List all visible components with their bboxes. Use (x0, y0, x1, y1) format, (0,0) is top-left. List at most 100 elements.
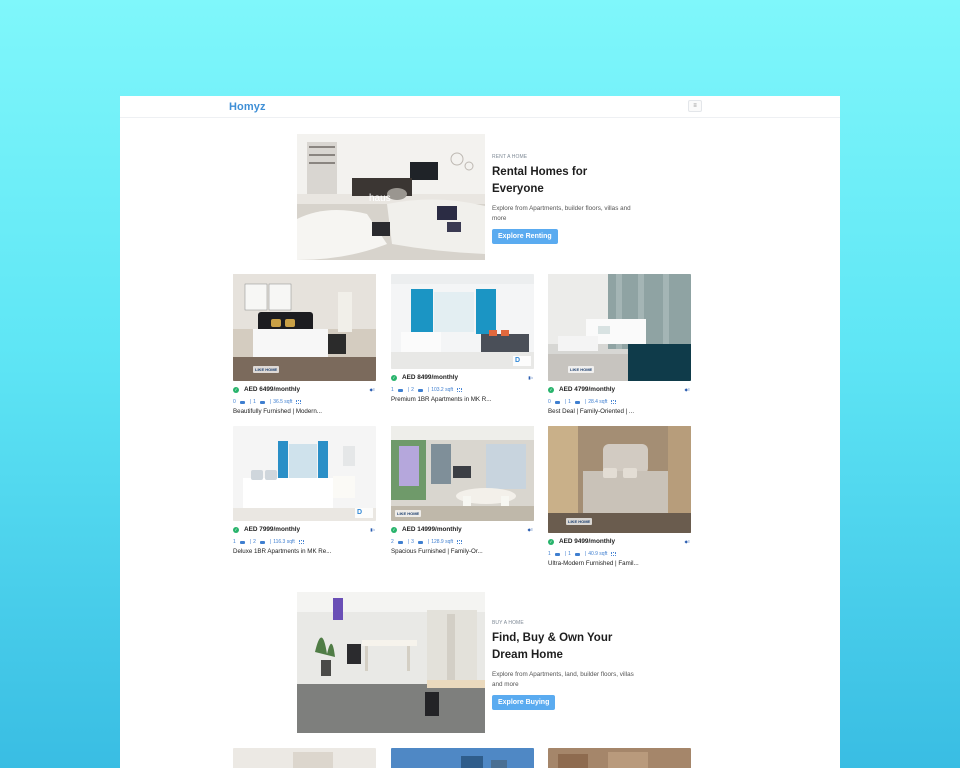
bath-icon (574, 552, 580, 556)
bed-icon (239, 540, 245, 544)
area-value: 103.2 sqft (431, 387, 454, 393)
image-watermark: LIKE HOME (568, 366, 595, 373)
listing-card[interactable]: LIKE HOME ✓ AED 6499/monthly ◆≡ 0 | 1 | 36… (233, 274, 376, 415)
verified-icon: ✓ (548, 539, 554, 545)
area-value: 116.3 sqft (273, 539, 295, 545)
listing-specs: 2 | 3 | 128.9 sqft (391, 537, 534, 547)
image-watermark: LIKE HOME (395, 510, 422, 517)
listing-specs: 0 | 1 | 36.5 sqft (233, 397, 376, 407)
listing-image[interactable]: LIKE HOME (548, 426, 691, 533)
listing-card[interactable]: LIKE HOME ✓ AED 14999/monthly ◆≡ 2 | 3 | 1… (391, 426, 534, 555)
listing-card[interactable]: LIKE HOME ✓ AED 9499/monthly ◆≡ 1 | 1 | 40… (548, 426, 691, 567)
site-header: Homyz ≡ (120, 96, 840, 118)
listing-image[interactable] (548, 748, 691, 768)
image-watermark: D (513, 356, 531, 366)
listing-image[interactable] (233, 748, 376, 768)
agency-logo-icon: ▮⌂ (528, 375, 533, 380)
image-watermark: LIKE HOME (566, 518, 593, 525)
image-watermark: D (355, 508, 373, 518)
bath-icon (574, 400, 580, 404)
listing-image[interactable]: D (233, 426, 376, 521)
baths-count: 1 (253, 399, 256, 405)
listing-price: AED 14999/monthly (402, 526, 462, 533)
area-icon (611, 400, 617, 404)
listing-image[interactable] (391, 748, 534, 768)
listing-title[interactable]: Beautifully Furnished | Modern... (233, 408, 376, 415)
beds-count: 1 (391, 387, 394, 393)
listing-price: AED 7999/monthly (244, 526, 301, 533)
rent-hero-image: haus (297, 134, 485, 260)
rent-hero-text: RENT A HOME Rental Homes for Everyone Ex… (492, 154, 642, 244)
listing-title[interactable]: Best Deal | Family-Oriented | ... (548, 408, 691, 415)
listing-specs: 1 | 2 | 116.3 sqft (233, 537, 376, 547)
listing-image[interactable]: LIKE HOME (233, 274, 376, 381)
bed-icon (239, 400, 245, 404)
agency-logo-icon: ◆≡ (684, 539, 690, 544)
listing-card[interactable]: D ✓ AED 7999/monthly ▮⌂ 1 | 2 | 116.3 sqft… (233, 426, 376, 555)
listing-title[interactable]: Premium 1BR Apartments in MK R... (391, 396, 534, 403)
bed-icon (397, 388, 403, 392)
rent-title-line2: Everyone (492, 183, 544, 195)
listing-specs: 1 | 2 | 103.2 sqft (391, 385, 534, 395)
baths-count: 1 (568, 399, 571, 405)
listing-card[interactable]: LIKE HOME ✓ AED 4799/monthly ◆≡ 0 | 1 | 28… (548, 274, 691, 415)
bed-icon (554, 400, 560, 404)
listing-image[interactable]: LIKE HOME (391, 426, 534, 521)
listing-card[interactable] (391, 748, 534, 768)
area-icon (457, 540, 463, 544)
buy-hero-text: BUY A HOME Find, Buy & Own Your Dream Ho… (492, 620, 642, 710)
menu-icon[interactable]: ≡ (688, 100, 702, 112)
listing-title[interactable]: Deluxe 1BR Apartments in MK Re... (233, 548, 376, 555)
listing-price: AED 6499/monthly (244, 386, 301, 393)
area-icon (298, 540, 304, 544)
listing-card[interactable]: D ✓ AED 8499/monthly ▮⌂ 1 | 2 | 103.2 sqft… (391, 274, 534, 403)
baths-count: 2 (253, 539, 256, 545)
listing-title[interactable]: Spacious Furnished | Family-Or... (391, 548, 534, 555)
beds-count: 1 (548, 551, 551, 557)
verified-icon: ✓ (233, 387, 239, 393)
bath-icon (259, 540, 265, 544)
rent-hero: haus RENT A HOME Rental Homes for Everyo… (297, 134, 717, 260)
page: Homyz ≡ haus RENT A HOME Rental Homes fo… (120, 96, 840, 768)
baths-count: 1 (568, 551, 571, 557)
explore-renting-button[interactable]: Explore Renting (492, 229, 558, 244)
verified-icon: ✓ (391, 527, 397, 533)
area-value: 36.5 sqft (273, 399, 293, 405)
buy-hero: BUY A HOME Find, Buy & Own Your Dream Ho… (297, 592, 717, 733)
listing-specs: 0 | 1 | 28.4 sqft (548, 397, 691, 407)
rent-title-line1: Rental Homes for (492, 166, 588, 178)
agency-logo-icon: ▮⌂ (370, 527, 375, 532)
listing-specs: 1 | 1 | 40.9 sqft (548, 549, 691, 559)
area-icon (457, 388, 463, 392)
verified-icon: ✓ (233, 527, 239, 533)
buy-description: Explore from Apartments, land, builder f… (492, 671, 634, 688)
area-value: 128.9 sqft (431, 539, 454, 545)
area-icon (296, 400, 302, 404)
beds-count: 2 (391, 539, 394, 545)
beds-count: 0 (233, 399, 236, 405)
bed-icon (397, 540, 403, 544)
agency-logo-icon: ◆≡ (369, 387, 375, 392)
area-value: 28.4 sqft (588, 399, 608, 405)
hero-watermark: haus (369, 193, 391, 204)
agency-logo-icon: ◆≡ (684, 387, 690, 392)
rent-eyebrow: RENT A HOME (492, 154, 528, 160)
logo[interactable]: Homyz (229, 101, 266, 113)
explore-buying-button[interactable]: Explore Buying (492, 695, 556, 710)
listing-price: AED 4799/monthly (559, 386, 616, 393)
baths-count: 2 (411, 387, 414, 393)
bath-icon (259, 400, 265, 404)
bed-icon (554, 552, 560, 556)
listing-card[interactable] (548, 748, 691, 768)
listing-image[interactable]: LIKE HOME (548, 274, 691, 381)
bath-icon (417, 388, 423, 392)
agency-logo-icon: ◆≡ (527, 527, 533, 532)
listing-price: AED 9499/monthly (559, 538, 616, 545)
listing-title[interactable]: Ultra-Modern Furnished | Famil... (548, 560, 691, 567)
buy-hero-image (297, 592, 485, 733)
listing-image[interactable]: D (391, 274, 534, 369)
verified-icon: ✓ (548, 387, 554, 393)
listing-card[interactable] (233, 748, 376, 768)
buy-title-line1: Find, Buy & Own Your (492, 632, 613, 644)
area-value: 40.9 sqft (588, 551, 608, 557)
